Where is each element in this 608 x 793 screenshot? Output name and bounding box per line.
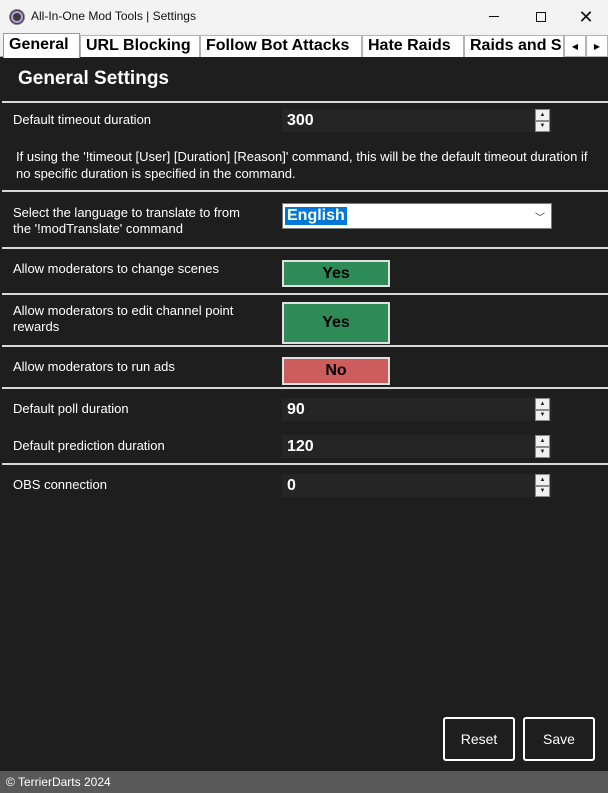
ads-toggle[interactable]: No: [282, 357, 390, 385]
prediction-label: Default prediction duration: [13, 438, 165, 453]
obs-input[interactable]: 0 ▲ ▼: [282, 474, 552, 497]
tab-scroll-right-button[interactable]: ▶: [586, 35, 608, 57]
language-label: Select the language to translate to from…: [13, 205, 240, 237]
spin-down-button[interactable]: ▼: [535, 120, 550, 132]
prediction-input[interactable]: 120 ▲ ▼: [282, 435, 552, 458]
poll-label: Default poll duration: [13, 401, 129, 416]
tab-general[interactable]: General: [3, 33, 80, 58]
chevron-right-icon: ▶: [593, 41, 601, 51]
tab-hate-raids[interactable]: Hate Raids: [362, 35, 464, 57]
language-select[interactable]: English ﹀: [282, 203, 552, 229]
rewards-label: Allow moderators to edit channel point r…: [13, 303, 233, 335]
divider: [2, 463, 608, 465]
title-bar: All-In-One Mod Tools | Settings ✕: [0, 0, 608, 33]
spin-down-button[interactable]: ▼: [535, 485, 550, 497]
app-logo-icon: [9, 9, 25, 25]
save-button[interactable]: Save: [523, 717, 595, 761]
obs-label: OBS connection: [13, 477, 107, 492]
obs-value: 0: [287, 476, 296, 494]
minimize-icon: [489, 16, 499, 17]
spin-down-button[interactable]: ▼: [535, 409, 550, 421]
divider: [2, 345, 608, 347]
rewards-label-line2: rewards: [13, 319, 60, 334]
timeout-value: 300: [287, 111, 314, 129]
timeout-label: Default timeout duration: [13, 112, 152, 127]
reset-button[interactable]: Reset: [443, 717, 515, 761]
poll-input[interactable]: 90 ▲ ▼: [282, 398, 552, 421]
close-icon: ✕: [578, 6, 594, 27]
scenes-label: Allow moderators to change scenes: [13, 261, 219, 276]
language-selected-value: English: [285, 207, 347, 225]
language-label-line1: Select the language to translate to from: [13, 205, 240, 220]
spin-up-button[interactable]: ▲: [535, 435, 550, 447]
timeout-spinner: ▲ ▼: [535, 109, 550, 132]
divider: [2, 101, 608, 103]
spin-up-button[interactable]: ▲: [535, 109, 550, 121]
close-button[interactable]: ✕: [563, 0, 608, 33]
tab-follow-bot-attacks[interactable]: Follow Bot Attacks: [200, 35, 362, 57]
timeout-input[interactable]: 300 ▲ ▼: [282, 109, 552, 132]
poll-value: 90: [287, 400, 305, 418]
window-title: All-In-One Mod Tools | Settings: [31, 9, 196, 23]
page-title: General Settings: [18, 68, 169, 89]
prediction-value: 120: [287, 437, 314, 455]
spin-up-button[interactable]: ▲: [535, 398, 550, 410]
minimize-button[interactable]: [471, 0, 517, 33]
poll-spinner: ▲ ▼: [535, 398, 550, 421]
prediction-spinner: ▲ ▼: [535, 435, 550, 458]
scenes-toggle[interactable]: Yes: [282, 260, 390, 287]
timeout-description: If using the '!timeout [User] [Duration]…: [16, 149, 588, 181]
spin-down-button[interactable]: ▼: [535, 446, 550, 458]
tab-strip: General URL Blocking Follow Bot Attacks …: [0, 33, 608, 58]
chevron-down-icon: ﹀: [535, 212, 545, 224]
tab-url-blocking[interactable]: URL Blocking: [80, 35, 200, 57]
tab-raids[interactable]: Raids and S: [464, 35, 564, 57]
divider: [2, 190, 608, 192]
chevron-left-icon: ◀: [571, 41, 579, 51]
spin-up-button[interactable]: ▲: [535, 474, 550, 486]
language-label-line2: the '!modTranslate' command: [13, 221, 183, 236]
ads-label: Allow moderators to run ads: [13, 359, 175, 374]
divider: [2, 293, 608, 295]
divider: [2, 247, 608, 249]
footer: © TerrierDarts 2024: [0, 771, 608, 793]
divider: [2, 387, 608, 389]
maximize-icon: [536, 11, 546, 22]
settings-window: All-In-One Mod Tools | Settings ✕ Genera…: [0, 0, 608, 793]
maximize-button[interactable]: [518, 0, 564, 33]
general-settings-panel: General Settings Default timeout duratio…: [2, 58, 608, 770]
rewards-toggle[interactable]: Yes: [282, 302, 390, 344]
obs-spinner: ▲ ▼: [535, 474, 550, 497]
tab-scroll-left-button[interactable]: ◀: [564, 35, 586, 57]
rewards-label-line1: Allow moderators to edit channel point: [13, 303, 234, 318]
